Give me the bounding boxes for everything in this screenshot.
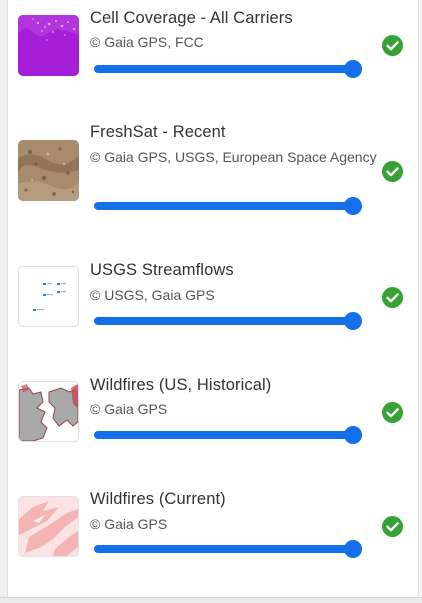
layer-title: Wildfires (Current) xyxy=(90,490,226,508)
layer-attribution: © USGS, Gaia GPS xyxy=(90,287,215,303)
check-circle-icon[interactable] xyxy=(382,287,403,308)
current-fire-perimeters-icon xyxy=(18,496,79,557)
check-circle-icon[interactable] xyxy=(382,161,403,182)
panel-bottom-border xyxy=(0,597,422,603)
slider-handle[interactable] xyxy=(344,197,362,215)
slider-handle[interactable] xyxy=(344,312,362,330)
check-circle-icon[interactable] xyxy=(382,516,403,537)
opacity-slider[interactable] xyxy=(94,425,362,445)
layer-row-cell-coverage[interactable]: Cell Coverage - All Carriers © Gaia GPS,… xyxy=(8,0,418,118)
layer-title: Cell Coverage - All Carriers xyxy=(90,9,293,27)
opacity-slider[interactable] xyxy=(94,311,362,331)
layer-row-wildfires-current[interactable]: Wildfires (Current) © Gaia GPS xyxy=(8,472,418,597)
layer-attribution: © Gaia GPS, USGS, European Space Agency xyxy=(90,149,377,165)
slider-track xyxy=(94,317,353,325)
panel-left-border xyxy=(0,0,8,602)
opacity-slider[interactable] xyxy=(94,539,362,559)
historical-fire-perimeters-icon xyxy=(18,381,79,442)
layer-title: Wildfires (US, Historical) xyxy=(90,376,272,394)
check-circle-icon[interactable] xyxy=(382,35,403,56)
streamflow-markers-icon xyxy=(18,266,79,327)
satellite-terrain-icon xyxy=(18,140,79,201)
layer-row-wildfires-historical[interactable]: Wildfires (US, Historical) © Gaia GPS xyxy=(8,354,418,472)
layer-title: USGS Streamflows xyxy=(90,261,234,279)
layer-row-usgs-streamflows[interactable]: USGS Streamflows © USGS, Gaia GPS xyxy=(8,236,418,354)
slider-track xyxy=(94,431,353,439)
slider-handle[interactable] xyxy=(344,540,362,558)
opacity-slider[interactable] xyxy=(94,59,362,79)
slider-handle[interactable] xyxy=(344,426,362,444)
opacity-slider[interactable] xyxy=(94,196,362,216)
check-circle-icon[interactable] xyxy=(382,402,403,423)
layer-row-freshsat[interactable]: FreshSat - Recent © Gaia GPS, USGS, Euro… xyxy=(8,118,418,236)
slider-track xyxy=(94,202,353,210)
layer-attribution: © Gaia GPS xyxy=(90,401,168,417)
layer-attribution: © Gaia GPS xyxy=(90,516,168,532)
slider-handle[interactable] xyxy=(344,60,362,78)
layer-attribution: © Gaia GPS, FCC xyxy=(90,34,204,50)
slider-track xyxy=(94,545,353,553)
panel-scrollbar[interactable] xyxy=(418,0,422,602)
layer-title: FreshSat - Recent xyxy=(90,123,226,141)
purple-coverage-map-icon xyxy=(18,15,79,76)
slider-track xyxy=(94,65,353,73)
